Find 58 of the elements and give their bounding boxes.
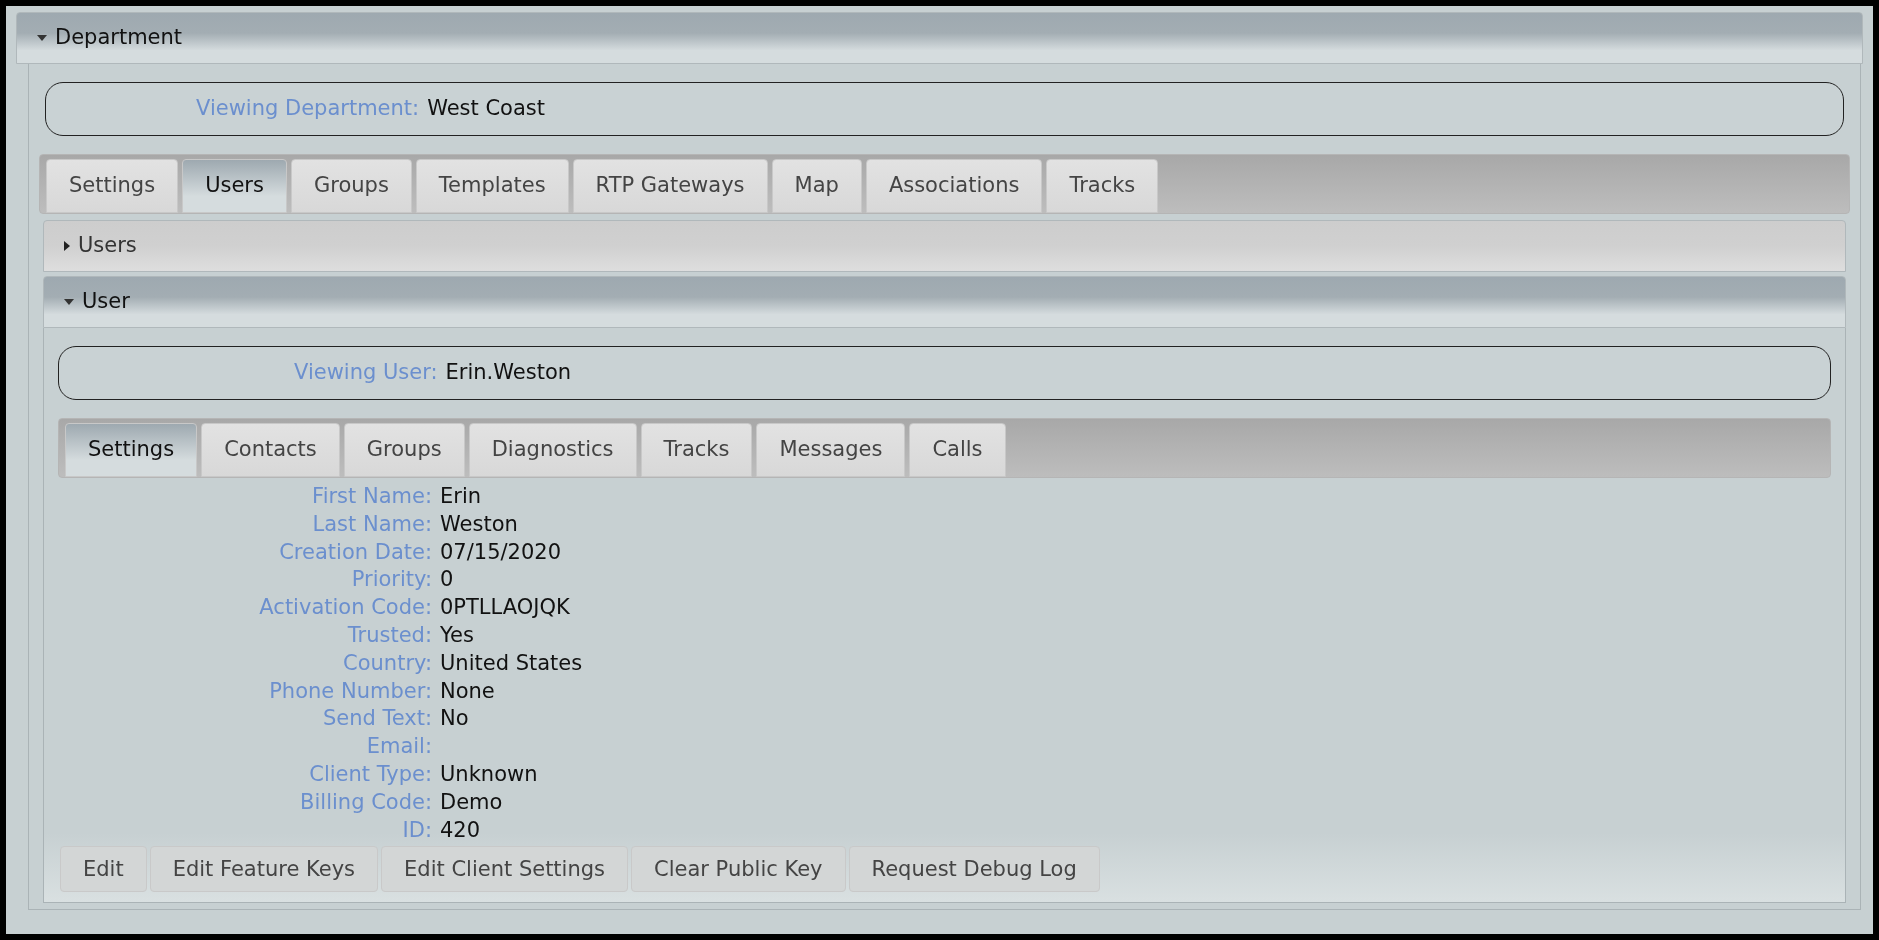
tab[interactable]: Contacts xyxy=(201,423,340,477)
section-header[interactable]: User xyxy=(43,276,1846,328)
field-label: Trusted: xyxy=(346,622,432,649)
tab[interactable]: Groups xyxy=(343,423,465,477)
field-value: None xyxy=(440,677,495,705)
field-label: Creation Date: xyxy=(278,538,432,566)
field-label: Country: xyxy=(342,649,432,677)
section-title: Department xyxy=(55,24,183,52)
viewing-label: Viewing Department: xyxy=(196,95,420,123)
field-label: Phone Number: xyxy=(268,677,432,705)
field-label: Send Text: xyxy=(321,705,432,733)
tab[interactable]: Messages xyxy=(756,423,906,477)
field-label: Priority: xyxy=(350,566,432,594)
field-value: Demo xyxy=(440,788,503,816)
collapse-triangle-icon xyxy=(64,299,74,305)
field-label: Activation Code: xyxy=(258,594,432,622)
tab[interactable]: Diagnostics xyxy=(468,423,637,477)
tab[interactable]: Calls xyxy=(909,423,1006,477)
field-label: Billing Code: xyxy=(299,788,432,816)
field-value: Unknown xyxy=(440,760,538,788)
viewing-label: Viewing User: xyxy=(294,359,438,387)
tab[interactable]: Settings xyxy=(65,423,198,477)
section-title: Users xyxy=(78,232,137,260)
tab[interactable]: Map xyxy=(771,159,862,213)
tab[interactable]: Templates xyxy=(415,159,569,213)
collapse-triangle-icon xyxy=(37,35,47,41)
tab[interactable]: Tracks xyxy=(640,423,753,477)
tab[interactable]: Settings xyxy=(46,159,179,213)
action-button[interactable]: Edit Client Settings xyxy=(381,846,628,893)
tab[interactable]: RTP Gateways xyxy=(572,159,768,213)
field-label: ID: xyxy=(401,816,432,844)
field-label: Last Name: xyxy=(311,510,432,538)
section-title: User xyxy=(82,288,130,316)
field-value: No xyxy=(440,705,469,733)
field-value: United States xyxy=(440,649,583,677)
tab[interactable]: Users xyxy=(182,159,287,213)
field-value: 0 xyxy=(440,566,454,594)
field-value: Erin xyxy=(440,483,482,510)
viewing-value: West Coast xyxy=(427,95,545,123)
action-button[interactable]: Request Debug Log xyxy=(848,846,1100,893)
action-button[interactable]: Edit Feature Keys xyxy=(149,846,379,893)
tab[interactable]: Tracks xyxy=(1046,159,1159,213)
field-value: Weston xyxy=(440,510,518,538)
section-header[interactable]: Users xyxy=(43,220,1846,272)
action-button[interactable]: Clear Public Key xyxy=(631,846,846,893)
field-value: Yes xyxy=(440,622,474,649)
section-header[interactable]: Department xyxy=(16,12,1863,64)
viewing-value: Erin.Weston xyxy=(445,359,572,387)
tab[interactable]: Associations xyxy=(865,159,1043,213)
field-label: Client Type: xyxy=(308,760,432,788)
field-value: 0PTLLAOJQK xyxy=(440,594,570,622)
tab[interactable]: Groups xyxy=(290,159,412,213)
expand-triangle-icon xyxy=(64,241,70,251)
field-value: 07/15/2020 xyxy=(440,538,562,566)
field-label: First Name: xyxy=(311,483,432,510)
action-button[interactable]: Edit xyxy=(60,846,147,893)
field-value: 420 xyxy=(440,816,481,844)
field-label: Email: xyxy=(365,733,432,761)
